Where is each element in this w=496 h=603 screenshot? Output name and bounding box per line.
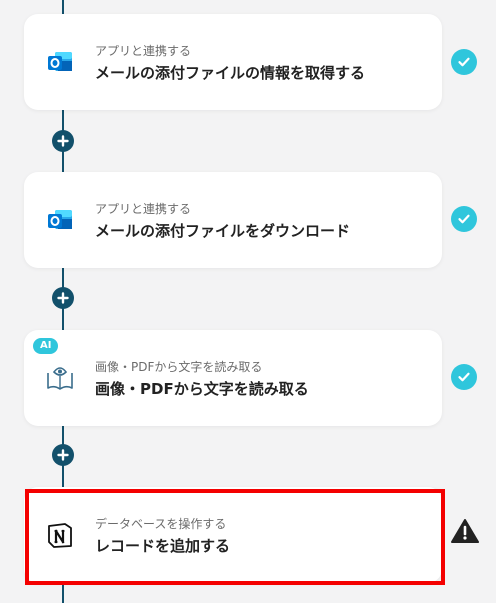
step-title: メールの添付ファイルの情報を取得する (95, 64, 366, 82)
flow-step-card[interactable]: 画像・PDFから文字を読み取る 画像・PDFから文字を読み取る (24, 330, 442, 426)
flow-connector (62, 585, 64, 603)
outlook-icon (48, 210, 72, 229)
add-step-button[interactable] (52, 130, 74, 152)
outlook-icon (48, 52, 72, 71)
step-action-label: アプリと連携する (95, 44, 192, 58)
warning-icon (451, 519, 479, 543)
flow-step-card[interactable]: アプリと連携する メールの添付ファイルをダウンロード (24, 172, 442, 268)
step-action-label: データベースを操作する (95, 517, 227, 531)
flow-step-card[interactable]: アプリと連携する メールの添付ファイルの情報を取得する (24, 14, 442, 110)
step-title: レコードを追加する (95, 537, 231, 555)
step-complete-check-icon (451, 206, 477, 232)
ocr-book-eye-icon (47, 367, 73, 390)
add-step-button[interactable] (52, 444, 74, 466)
step-title: メールの添付ファイルをダウンロード (95, 222, 351, 240)
flow-step-card[interactable]: データベースを操作する レコードを追加する (24, 487, 442, 583)
step-complete-check-icon (451, 364, 477, 390)
step-complete-check-icon (451, 49, 477, 75)
ai-badge: AI (33, 338, 59, 354)
step-title: 画像・PDFから文字を読み取る (95, 380, 309, 398)
plus-icon (57, 292, 69, 304)
step-action-label: 画像・PDFから文字を読み取る (95, 360, 263, 374)
notion-icon (48, 523, 72, 548)
plus-icon (57, 449, 69, 461)
step-action-label: アプリと連携する (95, 202, 192, 216)
add-step-button[interactable] (52, 287, 74, 309)
plus-icon (57, 135, 69, 147)
flow-connector (62, 0, 64, 14)
